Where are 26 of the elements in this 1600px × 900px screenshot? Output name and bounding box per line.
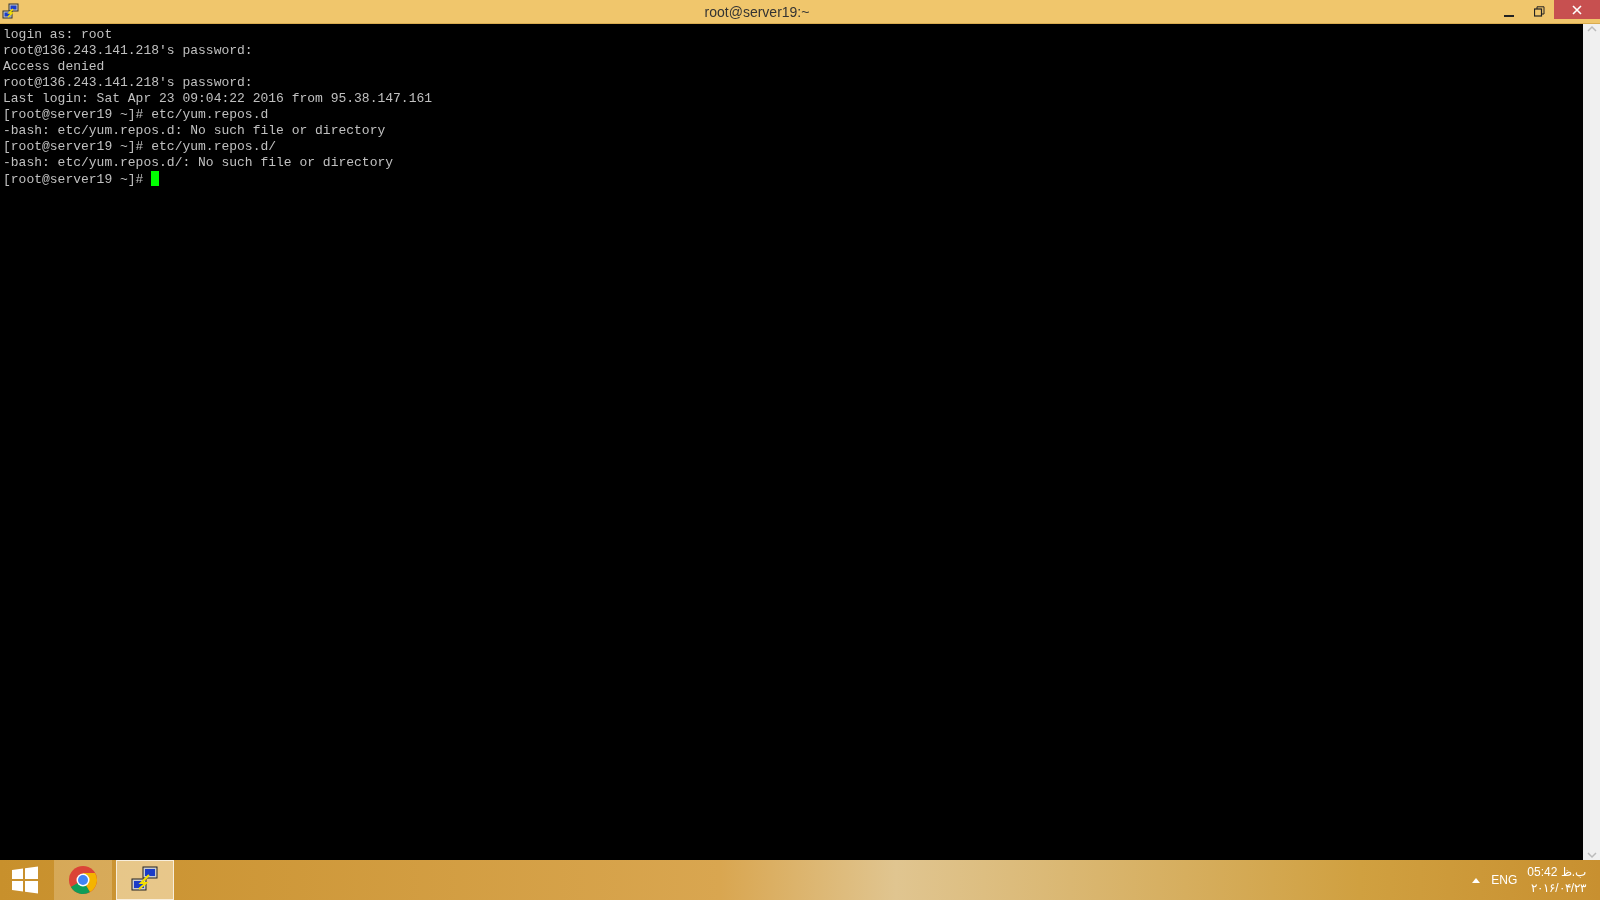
terminal-line: -bash: etc/yum.repos.d/: No such file or directory (3, 155, 395, 171)
cursor-block (151, 171, 160, 186)
language-indicator[interactable]: ENG (1491, 873, 1518, 887)
browser-icon (68, 865, 98, 895)
show-hidden-icons-icon[interactable] (1471, 876, 1482, 884)
terminal-line: [root@server19 ~]# etc/yum.repos.d/ (3, 139, 278, 155)
minimize-icon (1504, 14, 1514, 17)
windows-logo-icon (11, 866, 39, 894)
scroll-down-icon[interactable] (1586, 850, 1597, 860)
terminal-line: [root@server19 ~]# (3, 171, 1580, 188)
scrollbar[interactable] (1583, 24, 1600, 860)
terminal-line: Access denied (3, 59, 106, 75)
scroll-up-icon[interactable] (1586, 24, 1597, 34)
close-icon (1572, 4, 1582, 15)
terminal-line: Last login: Sat Apr 23 09:04:22 2016 from 95.38.147.161 (3, 91, 434, 107)
restore-icon (1533, 6, 1545, 17)
terminal-line: -bash: etc/yum.repos.d: No such file or directory (3, 123, 387, 139)
terminal-line: [root@server19 ~]# etc/yum.repos.d (3, 107, 270, 123)
clock-time[interactable]: ب.ظ 05:42 (1527, 864, 1586, 880)
window-title: root@server19:~ (703, 3, 811, 20)
terminal-line: root@136.243.141.218's password: (3, 43, 254, 59)
taskbar-app-button[interactable] (116, 860, 174, 900)
app-icon[interactable] (2, 2, 20, 21)
terminal-line: login as: root (3, 27, 114, 43)
terminal-line: root@136.243.141.218's password: (3, 75, 254, 91)
clock-date[interactable]: ۲۰۱۶/۰۴/۲۳ (1531, 880, 1586, 896)
